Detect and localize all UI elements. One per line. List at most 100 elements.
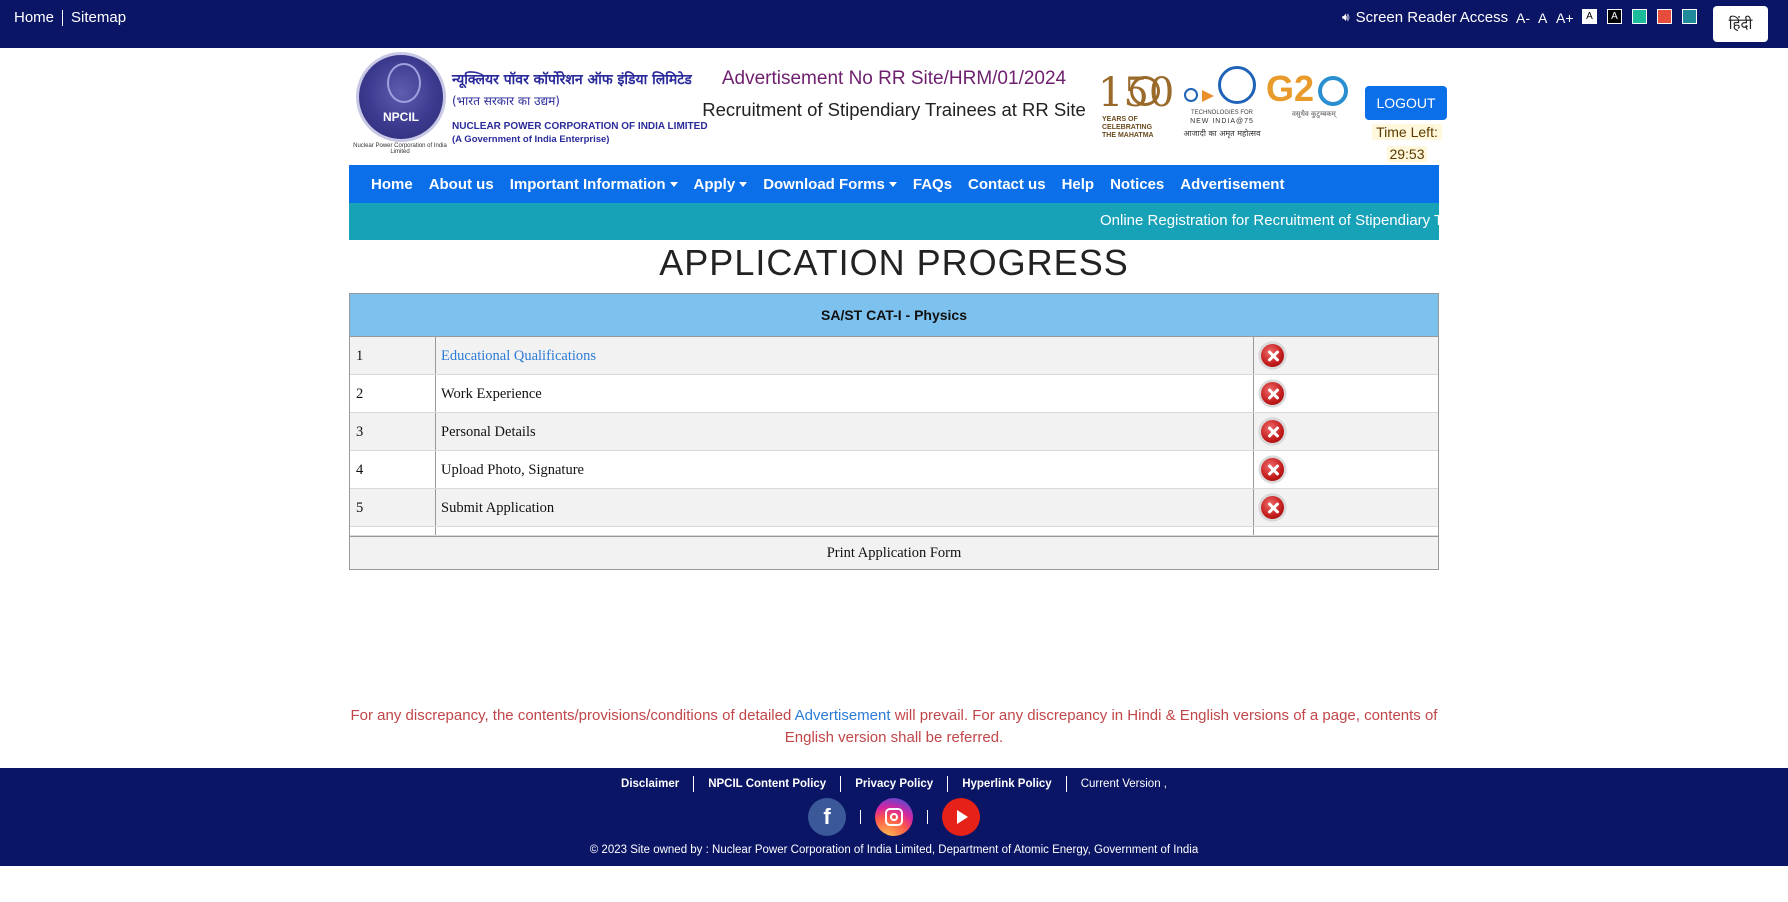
camera-glyph: [885, 808, 903, 826]
table-row: 1 Educational Qualifications: [350, 337, 1438, 375]
divider: [927, 810, 928, 824]
nav-label: Apply: [693, 175, 736, 193]
spacer-cell: [350, 527, 436, 535]
step-label: Submit Application: [436, 489, 1254, 526]
top-home-link[interactable]: Home: [14, 9, 54, 26]
footer-disclaimer-link[interactable]: Disclaimer: [607, 778, 693, 790]
screen-reader-label: Screen Reader Access: [1355, 9, 1509, 26]
instagram-icon[interactable]: [875, 798, 913, 836]
step-number: 4: [350, 451, 436, 488]
step-status-cell: [1254, 413, 1438, 450]
step-status-cell: [1254, 375, 1438, 412]
font-normal-button[interactable]: A: [1538, 10, 1547, 26]
font-increase-button[interactable]: A+: [1556, 10, 1574, 26]
nav-home[interactable]: Home: [371, 176, 413, 193]
nav-label: Important Information: [509, 175, 666, 193]
step-number: 5: [350, 489, 436, 526]
footer-hyperlink-policy-link[interactable]: Hyperlink Policy: [948, 778, 1065, 790]
sitemap-link[interactable]: Sitemap: [71, 9, 126, 26]
step-status-cell: [1254, 451, 1438, 488]
table-spacer-row: [350, 527, 1438, 536]
news-ticker: Online Registration for Recruitment of S…: [349, 203, 1439, 240]
theme-black-button[interactable]: A: [1607, 9, 1622, 24]
tech-caption-1: TECHNOLOGIES FOR: [1190, 110, 1253, 116]
step-link-educational-qualifications[interactable]: Educational Qualifications: [436, 337, 1254, 374]
nav-label: Download Forms: [763, 175, 885, 193]
print-application-form-button[interactable]: Print Application Form: [350, 536, 1438, 569]
logo-caption: Nuclear Power Corporation of India Limit…: [353, 143, 447, 155]
discrepancy-notice: For any discrepancy, the contents/provis…: [349, 705, 1439, 749]
incomplete-x-icon: [1259, 380, 1286, 407]
copyright-text: © 2023 Site owned by : Nuclear Power Cor…: [589, 844, 1199, 856]
g20-text: G2: [1266, 68, 1315, 109]
nav-label: About us: [428, 175, 494, 193]
charkha-icon: [1130, 76, 1160, 106]
theme-teal-button[interactable]: [1682, 9, 1697, 24]
spacer-cell: [1254, 527, 1438, 535]
nav-notices[interactable]: Notices: [1110, 176, 1164, 193]
step-number: 2: [350, 375, 436, 412]
caret-down-icon: [888, 181, 897, 187]
advertisement-link[interactable]: Advertisement: [795, 707, 891, 724]
footer-links: Disclaimer NPCIL Content Policy Privacy …: [0, 776, 1788, 792]
table-row: 5 Submit Application: [350, 489, 1438, 527]
step-status-cell: [1254, 489, 1438, 526]
atom-icon: [387, 63, 421, 103]
nav-contact-us[interactable]: Contact us: [968, 176, 1046, 193]
logout-button[interactable]: LOGOUT: [1365, 86, 1447, 120]
nav-important-information[interactable]: Important Information: [510, 176, 678, 193]
table-row: 2 Work Experience: [350, 375, 1438, 413]
step-number: 3: [350, 413, 436, 450]
small-atom-icon: [1184, 88, 1198, 102]
play-glyph: [957, 810, 968, 824]
footer: Disclaimer NPCIL Content Policy Privacy …: [0, 768, 1788, 866]
mahatma-150-logo: 150 YEARS OF CELEBRATING THE MAHATMA: [1080, 70, 1174, 139]
logo-text: NPCIL: [383, 110, 419, 124]
theme-red-button[interactable]: [1657, 9, 1672, 24]
incomplete-x-icon: [1259, 494, 1286, 521]
theme-green-button[interactable]: [1632, 9, 1647, 24]
nav-download-forms[interactable]: Download Forms: [763, 176, 897, 193]
org-subtitle-hindi: (भारत सरकार का उद्यम): [452, 94, 560, 108]
arrow-icon: [1202, 90, 1214, 102]
spacer-cell: [436, 527, 1254, 535]
divider: [62, 9, 64, 26]
nav-about-us[interactable]: About us: [429, 176, 494, 193]
footer-privacy-policy-link[interactable]: Privacy Policy: [841, 778, 947, 790]
step-status-cell: [1254, 337, 1438, 374]
table-row: 3 Personal Details: [350, 413, 1438, 451]
nav-advertisement[interactable]: Advertisement: [1180, 176, 1284, 193]
current-version: Current Version ,: [1080, 778, 1167, 790]
org-name-hindi: न्यूक्लियर पॉवर कॉर्पोरेशन ऑफ इंडिया लिम…: [452, 72, 692, 88]
time-left-label: Time Left:: [1372, 124, 1442, 140]
facebook-glyph: f: [823, 804, 831, 829]
notice-text-1: For any discrepancy, the contents/provis…: [350, 707, 795, 724]
atom-icon: [1218, 66, 1256, 104]
org-subtitle-english: (A Government of India Enterprise): [452, 134, 610, 145]
youtube-icon[interactable]: [942, 798, 980, 836]
time-left-value: 29:53: [1387, 146, 1427, 162]
nav-apply[interactable]: Apply: [694, 176, 748, 193]
language-toggle-button[interactable]: हिंदी: [1713, 6, 1768, 42]
nav-help[interactable]: Help: [1062, 176, 1095, 193]
page-title: APPLICATION PROGRESS: [659, 242, 1129, 283]
font-decrease-button[interactable]: A-: [1516, 10, 1530, 26]
incomplete-x-icon: [1259, 456, 1286, 483]
tech-caption-3: आजादी का अमृत महोत्सव: [1183, 129, 1261, 138]
screen-reader-access-link[interactable]: 🔊︎ Screen Reader Access: [1342, 9, 1508, 26]
ticker-text[interactable]: Online Registration for Recruitment of S…: [1100, 212, 1439, 229]
g20-caption: वसुधैव कुटुम्बकम्: [1292, 110, 1336, 118]
theme-white-button[interactable]: A: [1582, 9, 1597, 24]
incomplete-x-icon: [1259, 418, 1286, 445]
nav-label: Advertisement: [1180, 175, 1285, 193]
table-body: 1 Educational Qualifications 2 Work Expe…: [350, 337, 1438, 536]
nav-faqs[interactable]: FAQs: [913, 176, 952, 193]
globe-icon: [1318, 76, 1348, 106]
table-header: SA/ST CAT-I - Physics: [350, 294, 1438, 337]
table-row: 4 Upload Photo, Signature: [350, 451, 1438, 489]
facebook-icon[interactable]: f: [808, 798, 846, 836]
step-number: 1: [350, 337, 436, 374]
footer-content-policy-link[interactable]: NPCIL Content Policy: [694, 778, 840, 790]
caret-down-icon: [669, 181, 678, 187]
advertisement-number: Advertisement No RR Site/HRM/01/2024: [721, 68, 1067, 89]
